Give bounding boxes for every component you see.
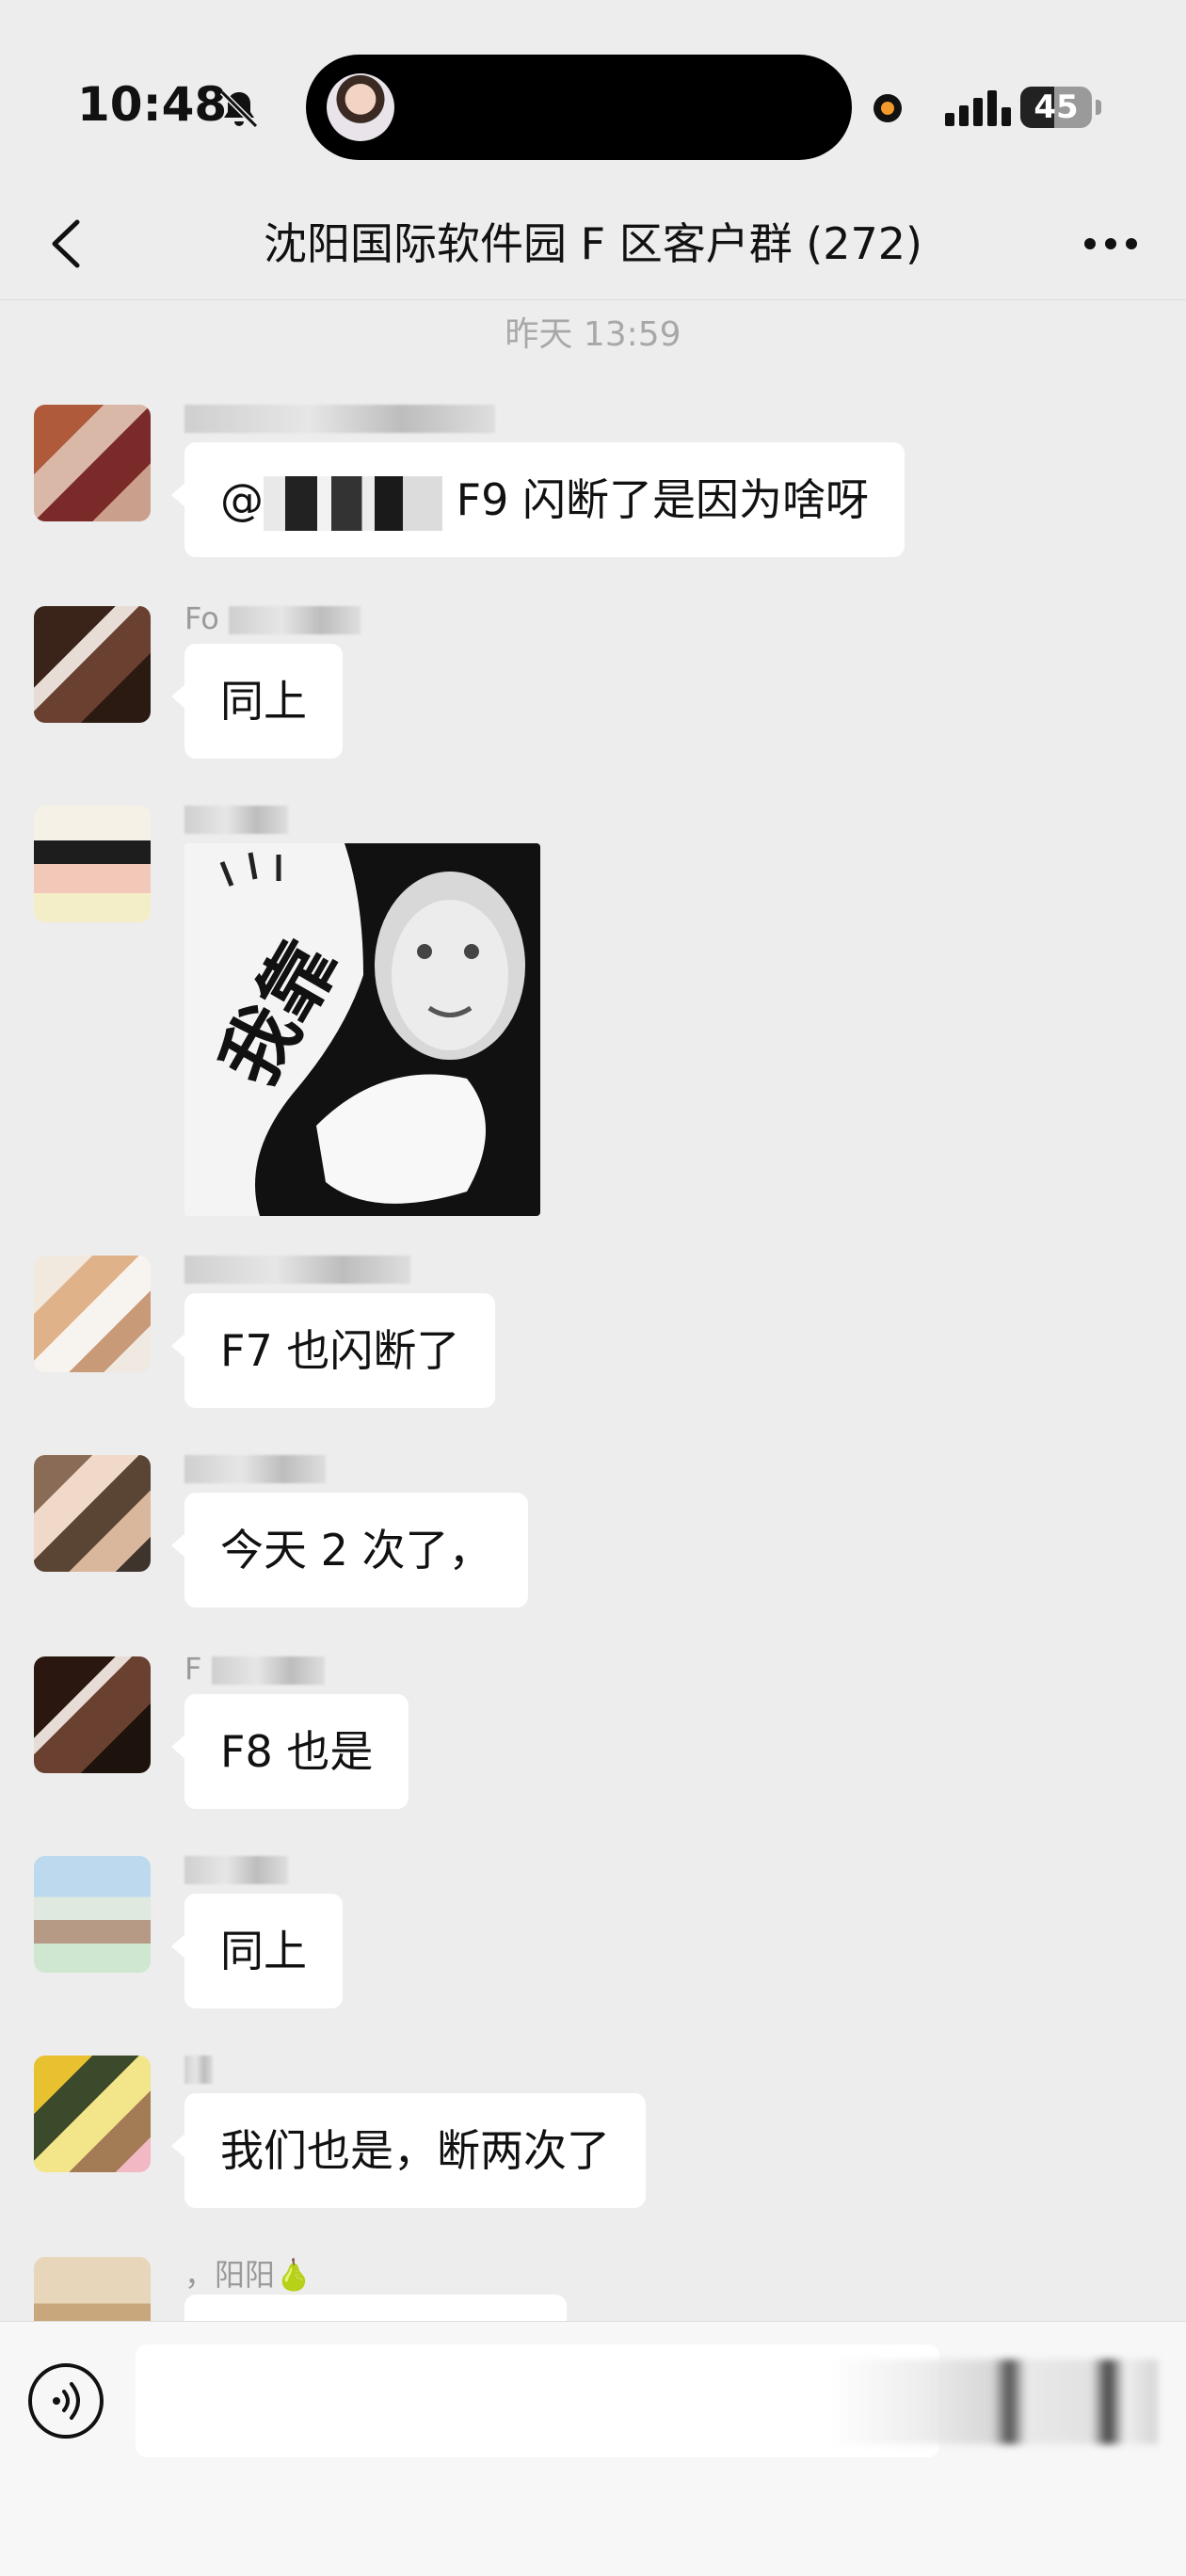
message-bubble[interactable]: 同上 xyxy=(171,1894,343,2008)
sender-name xyxy=(184,800,288,836)
avatar[interactable] xyxy=(34,2056,151,2172)
sender-name xyxy=(184,1449,326,1485)
message-bubble[interactable] xyxy=(184,2295,567,2321)
battery-level: 45 xyxy=(1034,88,1079,126)
status-bar: 10:48 45 xyxy=(0,0,1186,188)
avatar[interactable] xyxy=(34,1656,151,1773)
avatar[interactable] xyxy=(34,606,151,723)
message-bubble[interactable]: 同上 xyxy=(171,644,343,759)
avatar[interactable] xyxy=(34,1455,151,1572)
chat-title: 沈阳国际软件园 F 区客户群 (272) xyxy=(263,218,923,269)
message-bubble[interactable]: 今天 2 次了， xyxy=(171,1493,528,1608)
nav-bar: 沈阳国际软件园 F 区客户群 (272) xyxy=(0,188,1186,300)
input-bar xyxy=(0,2321,1186,2576)
avatar[interactable] xyxy=(34,806,151,922)
message-bubble[interactable]: F7 也闪断了 xyxy=(170,1293,496,1408)
message-input[interactable] xyxy=(136,2344,939,2457)
island-avatar xyxy=(327,73,394,141)
chat-area[interactable]: 昨天 13:59 @ F9 闪断了是因为啥呀 Fo 同上 我靠 F7 也闪断了 … xyxy=(0,299,1186,2321)
battery-icon: 45 xyxy=(1020,87,1092,128)
message-bubble[interactable]: F8 也是 xyxy=(170,1694,409,1809)
message-bubble[interactable]: @ F9 闪断了是因为啥呀 xyxy=(171,442,905,557)
avatar[interactable] xyxy=(34,1856,151,1973)
voice-icon xyxy=(53,2382,80,2420)
dynamic-island xyxy=(306,55,852,160)
sender-name xyxy=(184,2050,213,2086)
emoji-and-plus-buttons[interactable] xyxy=(828,2360,1158,2444)
more-dots-icon[interactable] xyxy=(1073,211,1148,277)
signal-bars-icon xyxy=(945,90,1011,126)
sender-name xyxy=(184,1850,288,1886)
status-time: 10:48 xyxy=(77,77,228,132)
sender-name: F xyxy=(184,1651,325,1687)
voice-button[interactable] xyxy=(28,2363,104,2439)
sender-name xyxy=(184,399,495,435)
chat-timestamp: 昨天 13:59 xyxy=(505,315,681,354)
sticker-image[interactable]: 我靠 xyxy=(184,843,540,1216)
sender-name xyxy=(184,1250,410,1286)
message-bubble[interactable]: 我们也是，断两次了 xyxy=(171,2093,646,2208)
recording-indicator-icon xyxy=(873,94,902,122)
sender-name: Fo xyxy=(184,600,361,636)
chevron-left-icon[interactable] xyxy=(38,211,104,277)
sender-name: ，阳阳🍐 xyxy=(184,2257,313,2293)
mention-mask xyxy=(264,475,442,531)
battery-tip xyxy=(1096,100,1101,115)
avatar[interactable] xyxy=(34,405,151,521)
bell-slash-icon xyxy=(219,89,259,129)
avatar[interactable] xyxy=(34,2257,151,2321)
avatar[interactable] xyxy=(34,1256,151,1372)
